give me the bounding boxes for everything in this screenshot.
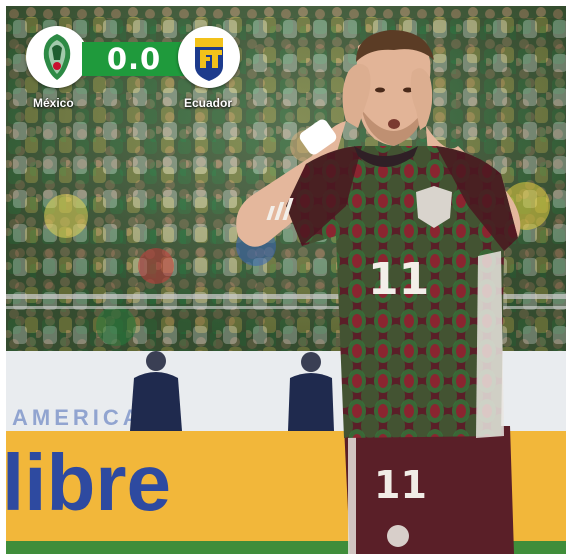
ecuador-federation-icon <box>178 26 240 88</box>
photo-frame: AMERICA libre 11 11 0.0 México Ecuador <box>6 6 566 554</box>
scoreboard: 0.0 México Ecuador <box>26 26 256 126</box>
shorts-number: 11 <box>374 463 427 507</box>
jersey-number: 11 <box>368 254 429 305</box>
home-team-name: México <box>33 96 74 110</box>
shorts-crest-icon <box>387 525 409 547</box>
banner-text: AMERICA <box>12 405 143 430</box>
mexico-crest-icon <box>26 26 88 88</box>
away-team-name: Ecuador <box>184 96 233 110</box>
ad-board-text: libre <box>6 438 171 527</box>
score-display: 0.0 <box>82 42 186 76</box>
player-shorts <box>344 426 514 554</box>
